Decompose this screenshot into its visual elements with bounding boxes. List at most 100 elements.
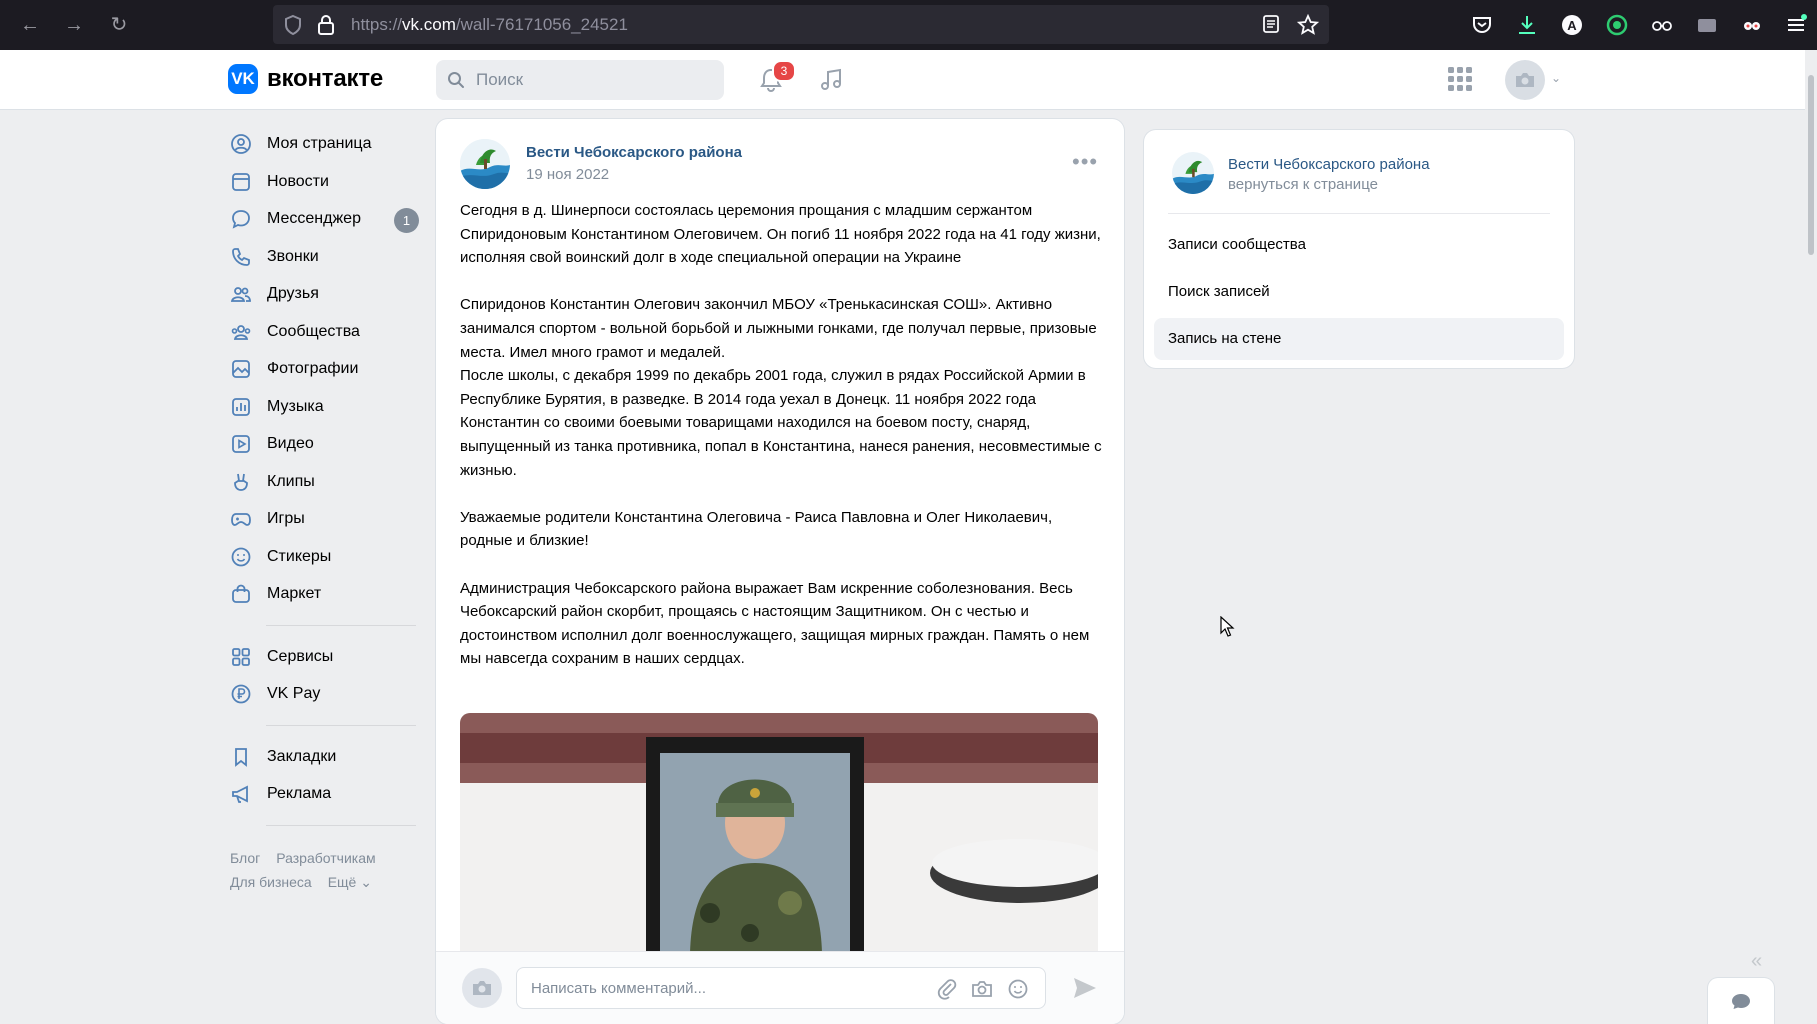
footer-link-developers[interactable]: Разработчикам: [276, 850, 375, 866]
panel-divider: [1168, 213, 1550, 214]
vk-header: VK вконтакте 3 ⌄: [0, 50, 1805, 110]
nav-photos[interactable]: Фотографии: [224, 350, 424, 388]
left-nav: Моя страница Новости Мессенджер 1 Звонки…: [224, 125, 424, 838]
mouse-cursor-icon: [1220, 616, 1235, 637]
wall-post-link[interactable]: Запись на стене: [1154, 318, 1564, 360]
community-name-link[interactable]: Вести Чебоксарского района: [1228, 156, 1430, 173]
nav-messenger[interactable]: Мессенджер 1: [224, 200, 424, 238]
community-avatar[interactable]: [1172, 152, 1214, 194]
photo-icon: [232, 360, 250, 378]
reload-icon[interactable]: ↻: [105, 11, 133, 39]
nav-music[interactable]: Музыка: [224, 388, 424, 426]
search-icon: [448, 72, 464, 88]
camera-icon[interactable]: [971, 978, 993, 1000]
footer-link-more[interactable]: Ещё ⌄: [328, 874, 372, 890]
nav-my-page[interactable]: Моя страница: [224, 125, 424, 163]
shield-icon[interactable]: [283, 14, 303, 36]
reader-view-icon[interactable]: [1262, 14, 1280, 34]
camera-icon: [473, 981, 491, 995]
post-paragraph: Уважаемые родители Константина Олеговича…: [460, 508, 1053, 550]
send-icon[interactable]: [1072, 976, 1098, 1000]
community-logo-icon: [460, 139, 510, 189]
nav-bookmarks[interactable]: Закладки: [224, 738, 424, 776]
community-posts-link[interactable]: Записи сообщества: [1154, 224, 1564, 266]
memorial-photo: [460, 713, 1098, 953]
chat-widget[interactable]: [1708, 978, 1774, 1024]
comment-box[interactable]: [516, 967, 1046, 1009]
nav-clips[interactable]: Клипы: [224, 463, 424, 501]
extension-mask-icon[interactable]: [1740, 13, 1764, 37]
footer-link-business[interactable]: Для бизнеса: [230, 874, 312, 890]
search-posts-link[interactable]: Поиск записей: [1154, 271, 1564, 313]
smile-icon: [231, 547, 251, 566]
comment-avatar[interactable]: [462, 968, 502, 1008]
profile-avatar[interactable]: [1505, 60, 1545, 100]
forward-arrow-icon[interactable]: →: [60, 11, 88, 39]
video-icon: [232, 435, 250, 453]
page-scrollbar[interactable]: [1805, 50, 1817, 1024]
back-arrow-icon[interactable]: ←: [16, 11, 44, 39]
scrollbar-thumb[interactable]: [1808, 75, 1814, 255]
bookmark-star-icon[interactable]: [1297, 14, 1319, 36]
post-paragraph: Спиридонов Константин Олегович закончил …: [460, 296, 1097, 361]
wall-post: Вести Чебоксарского района 19 ноя 2022 •…: [436, 119, 1124, 1024]
nav-news[interactable]: Новости: [224, 163, 424, 201]
attach-icon[interactable]: [937, 978, 957, 1000]
nav-services[interactable]: Сервисы: [224, 638, 424, 676]
camera-icon: [1516, 73, 1534, 87]
nav-games[interactable]: Игры: [224, 500, 424, 538]
nav-calls[interactable]: Звонки: [224, 238, 424, 276]
nav-video[interactable]: Видео: [224, 425, 424, 463]
messenger-badge: 1: [394, 208, 419, 233]
emoji-icon[interactable]: [1007, 978, 1029, 1000]
vk-brand[interactable]: вконтакте: [267, 65, 383, 93]
post-text: Сегодня в д. Шинерпоси состоялась церемо…: [460, 199, 1104, 671]
extension-vpn-icon[interactable]: [1605, 13, 1629, 37]
nav-divider: [266, 824, 416, 826]
nav-friends[interactable]: Друзья: [224, 275, 424, 313]
lock-icon[interactable]: [317, 14, 335, 36]
music-icon[interactable]: [818, 66, 846, 94]
url-text[interactable]: https://vk.com/wall-76171056_24521: [351, 15, 628, 35]
nav-ads[interactable]: Реклама: [224, 775, 424, 813]
services-icon: [232, 647, 250, 666]
account-icon[interactable]: A: [1560, 13, 1584, 37]
music-bars-icon: [232, 397, 250, 416]
post-photo[interactable]: [460, 713, 1098, 953]
footer-link-blog[interactable]: Блог: [230, 850, 260, 866]
search-box[interactable]: [436, 60, 724, 100]
nav-vkpay[interactable]: VK Pay: [224, 675, 424, 713]
menu-icon[interactable]: [1784, 13, 1808, 37]
apps-grid-icon[interactable]: [1447, 66, 1473, 92]
community-avatar[interactable]: [460, 139, 510, 189]
post-date[interactable]: 19 ноя 2022: [526, 166, 609, 183]
comment-bar: [436, 951, 1124, 1024]
megaphone-icon: [232, 785, 248, 803]
nav-market[interactable]: Маркет: [224, 575, 424, 613]
nav-communities[interactable]: Сообщества: [224, 313, 424, 351]
post-paragraph: После школы, с декабря 1999 по декабрь 2…: [460, 367, 1102, 479]
download-icon[interactable]: [1515, 13, 1539, 37]
bookmark-icon: [235, 747, 247, 767]
post-author-link[interactable]: Вести Чебоксарского района: [526, 144, 742, 161]
chat-icon: [232, 210, 250, 229]
comment-input[interactable]: [531, 968, 931, 1008]
clips-icon: [234, 473, 248, 491]
search-input[interactable]: [476, 60, 716, 100]
community-logo-icon: [1172, 152, 1214, 194]
nav-divider: [266, 724, 416, 726]
collapse-chevron-icon[interactable]: «: [1751, 950, 1762, 973]
extension-glasses-icon[interactable]: [1650, 13, 1674, 37]
ruble-icon: [231, 684, 251, 704]
extension-card-icon[interactable]: [1695, 13, 1719, 37]
browser-toolbar: ← → ↻ https://vk.com/wall-76171056_24521…: [0, 0, 1817, 50]
phone-icon: [232, 247, 250, 266]
address-bar[interactable]: https://vk.com/wall-76171056_24521: [273, 5, 1329, 44]
user-circle-icon: [231, 134, 251, 154]
more-options-icon[interactable]: •••: [1072, 149, 1098, 175]
pocket-icon[interactable]: [1470, 13, 1494, 37]
chevron-down-icon[interactable]: ⌄: [1551, 71, 1561, 85]
nav-stickers[interactable]: Стикеры: [224, 538, 424, 576]
vk-logo-icon[interactable]: VK: [228, 64, 258, 94]
back-to-page-link[interactable]: вернуться к странице: [1228, 176, 1378, 193]
